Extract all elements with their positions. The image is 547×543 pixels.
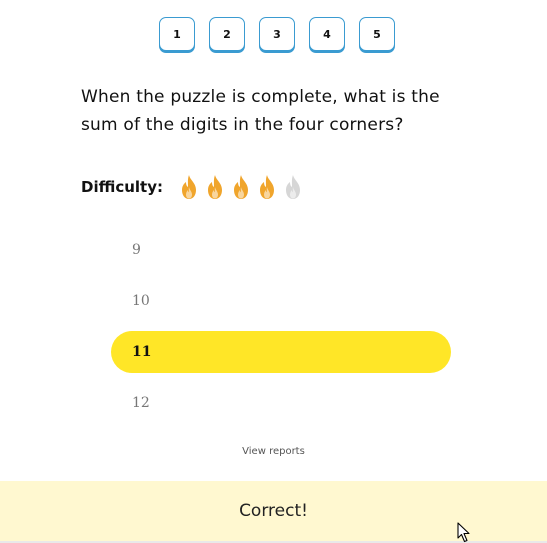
question-text: When the puzzle is complete, what is the… <box>81 87 440 135</box>
answer-options: 9 10 11 12 <box>111 229 451 433</box>
page-3-button[interactable]: 3 <box>259 17 295 51</box>
difficulty-label: Difficulty: <box>81 178 163 196</box>
flame-icon <box>177 174 201 200</box>
answer-option-10[interactable]: 10 <box>111 280 451 322</box>
difficulty-rating: Difficulty: <box>81 174 305 200</box>
view-reports-link[interactable]: View reports <box>0 446 547 457</box>
result-text: Correct! <box>239 501 308 521</box>
flame-icon <box>255 174 279 200</box>
page-2-button[interactable]: 2 <box>209 17 245 51</box>
difficulty-flames <box>177 174 305 200</box>
page-1-button[interactable]: 1 <box>159 17 195 51</box>
flame-icon <box>281 174 305 200</box>
problem-pager: 1 2 3 4 5 <box>159 17 395 51</box>
answer-option-11[interactable]: 11 <box>111 331 451 373</box>
flame-icon <box>203 174 227 200</box>
page-4-button[interactable]: 4 <box>309 17 345 51</box>
answer-option-12[interactable]: 12 <box>111 382 451 424</box>
mouse-cursor-icon <box>457 522 470 543</box>
answer-option-9[interactable]: 9 <box>111 229 451 271</box>
page-5-button[interactable]: 5 <box>359 17 395 51</box>
flame-icon <box>229 174 253 200</box>
